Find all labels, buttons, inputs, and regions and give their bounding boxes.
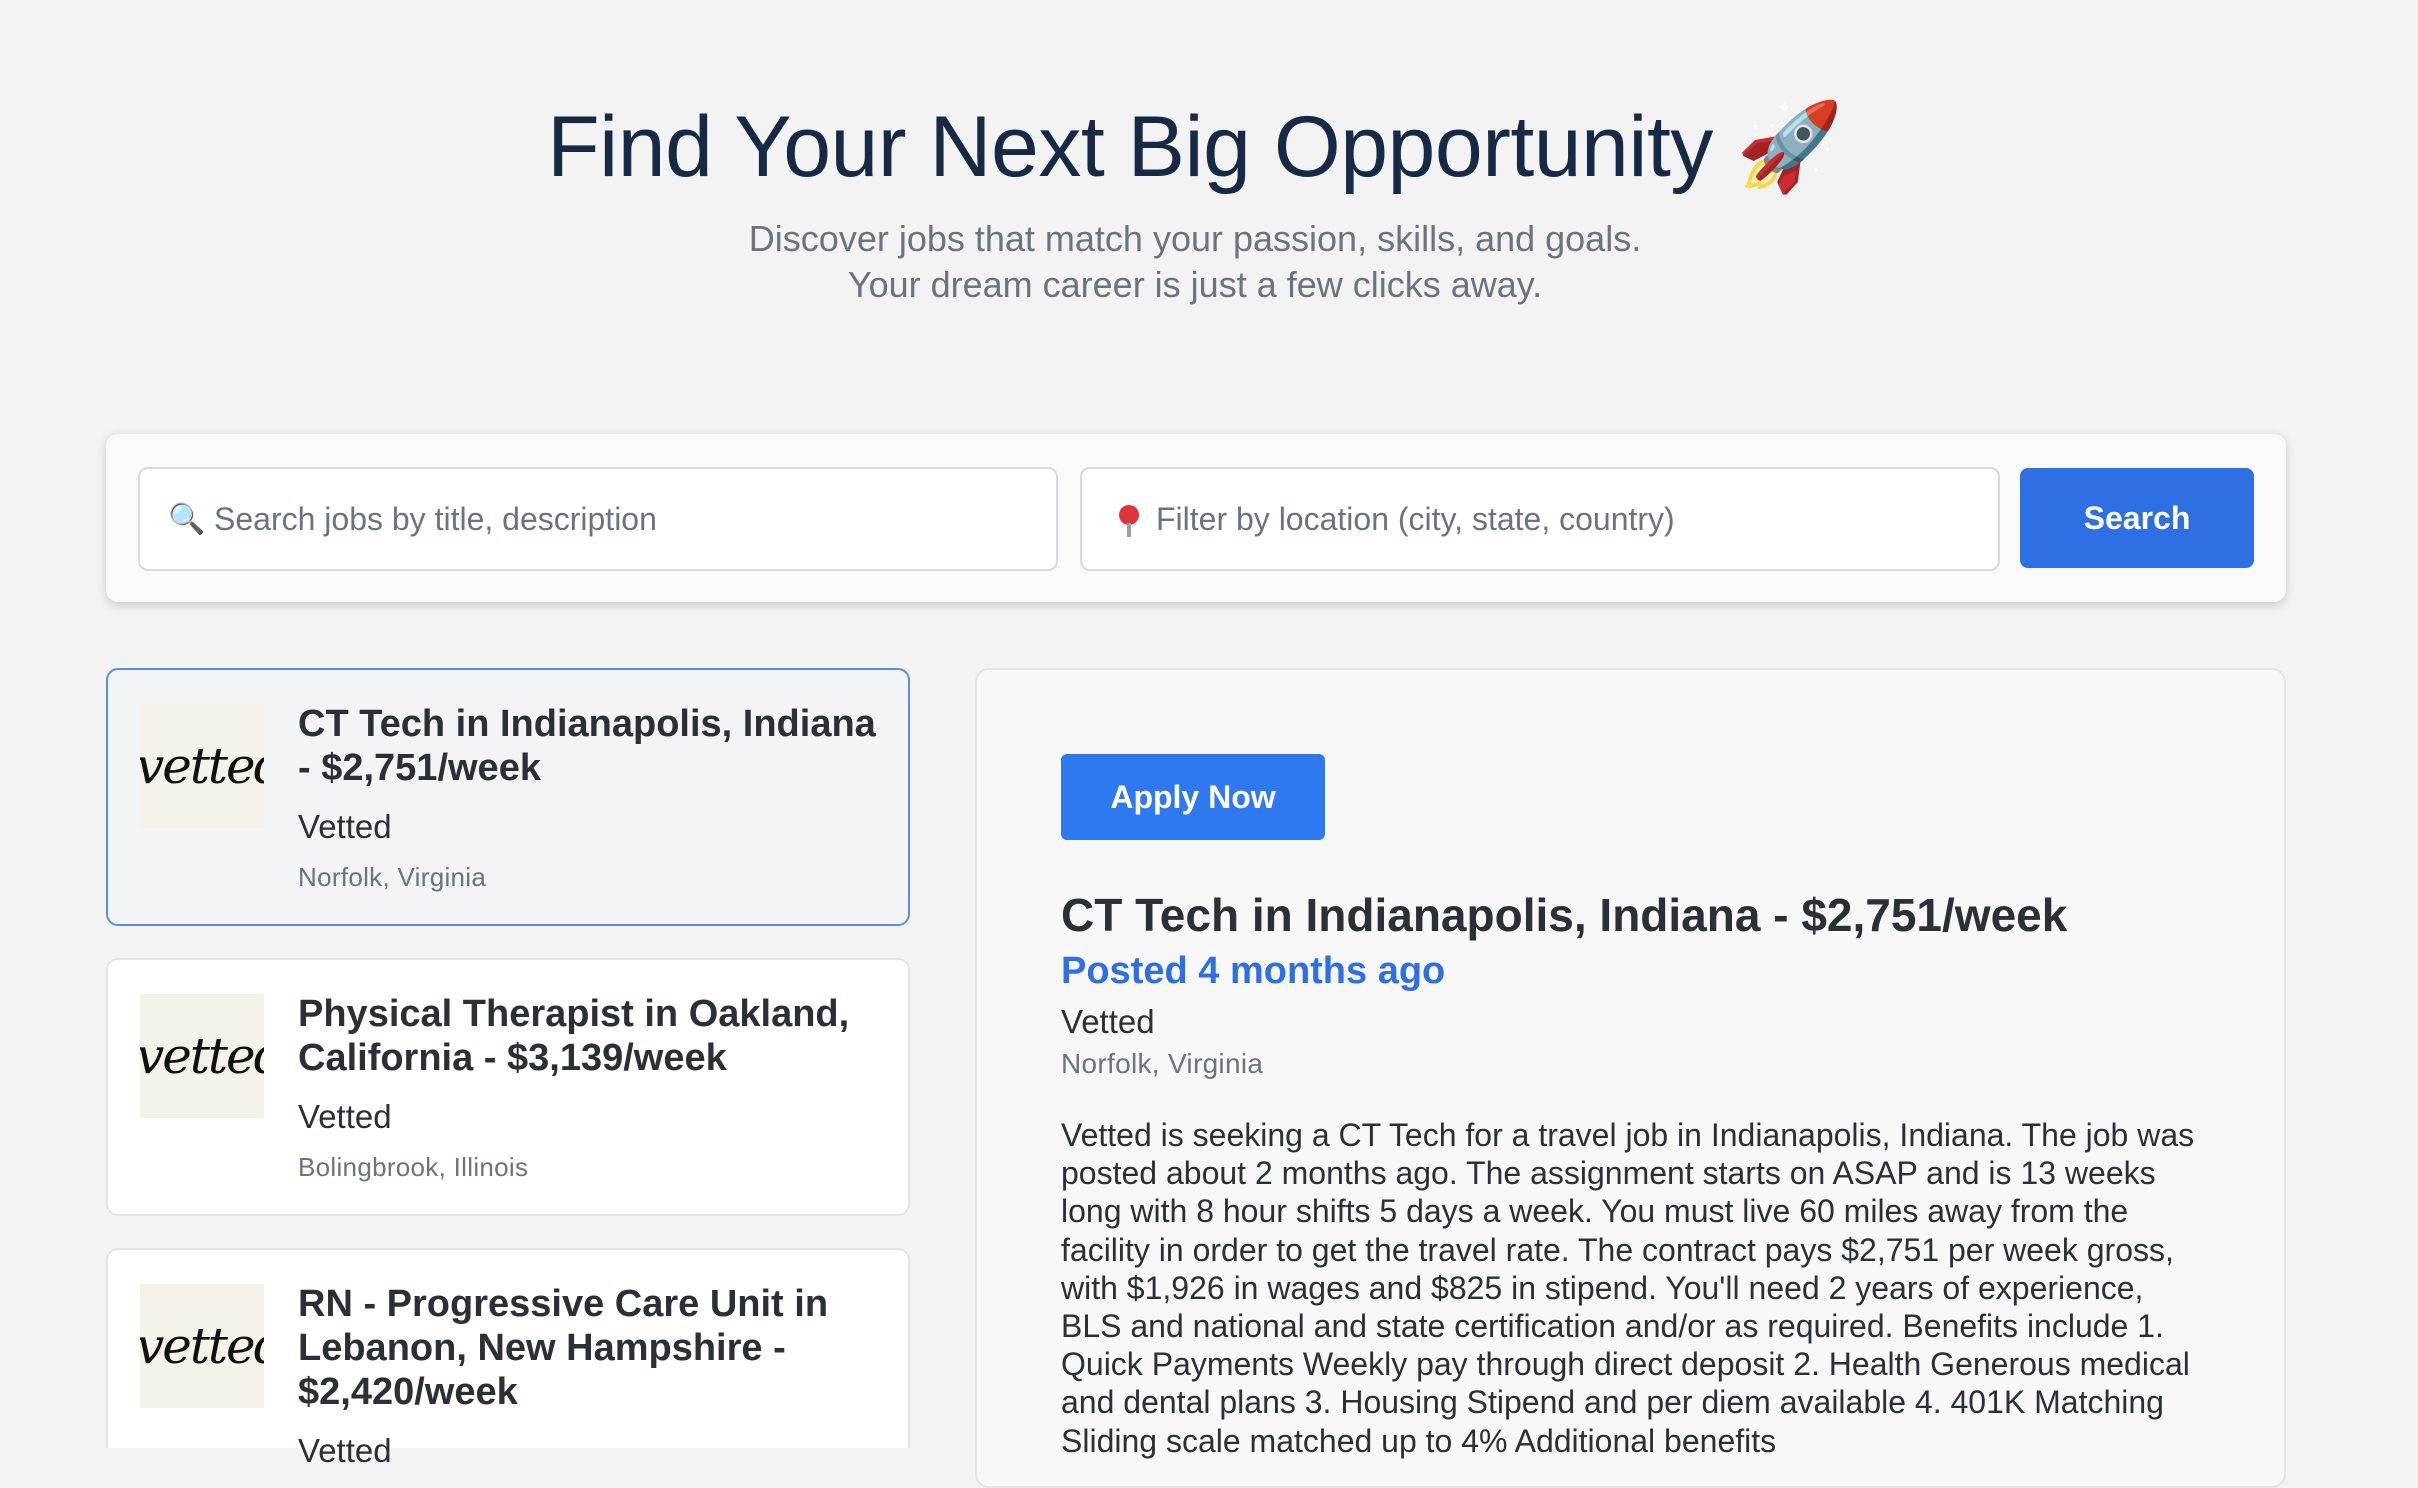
- job-company: Vetted: [298, 1432, 392, 1469]
- job-title: Physical Therapist in Oakland, Californi…: [298, 993, 850, 1079]
- apply-now-button[interactable]: Apply Now: [1061, 754, 1325, 840]
- job-card[interactable]: vetted CT Tech in Indianapolis, Indiana …: [106, 668, 910, 926]
- keyword-search-placeholder: Search jobs by title, description: [214, 500, 657, 537]
- detail-posted-date: Posted 4 months ago: [1061, 950, 1446, 992]
- detail-description: Vetted is seeking a CT Tech for a travel…: [1061, 1117, 2195, 1459]
- rocket-icon: 🚀: [1736, 99, 1843, 195]
- subtitle-line-1: Discover jobs that match your passion, s…: [748, 218, 1642, 259]
- detail-company: Vetted: [1061, 1003, 1155, 1040]
- job-company: Vetted: [298, 1098, 392, 1135]
- job-location: Bolingbrook, Illinois: [298, 1152, 529, 1182]
- search-bar: 🔍 Search jobs by title, description Filt…: [106, 434, 2286, 602]
- detail-job-title: CT Tech in Indianapolis, Indiana - $2,75…: [1061, 889, 2068, 941]
- subtitle-line-2: Your dream career is just a few clicks a…: [847, 264, 1543, 305]
- location-filter-input[interactable]: Filter by location (city, state, country…: [1080, 467, 2000, 571]
- search-button[interactable]: Search: [2020, 468, 2254, 568]
- company-logo: vetted: [140, 1284, 264, 1408]
- job-title: RN - Progressive Care Unit in Lebanon, N…: [298, 1283, 829, 1413]
- job-company: Vetted: [298, 808, 392, 845]
- location-filter-placeholder: Filter by location (city, state, country…: [1156, 500, 1675, 537]
- page-title: Find Your Next Big Opportunity 🚀: [547, 99, 1843, 195]
- pin-icon: [1112, 505, 1146, 537]
- job-card[interactable]: vetted RN - Progressive Care Unit in Leb…: [106, 1248, 910, 1469]
- search-icon: 🔍: [168, 502, 206, 536]
- detail-location: Norfolk, Virginia: [1061, 1048, 1264, 1079]
- job-card[interactable]: vetted Physical Therapist in Oakland, Ca…: [106, 958, 910, 1216]
- company-logo: vetted: [140, 994, 264, 1118]
- company-logo: vetted: [140, 704, 264, 828]
- job-detail-panel: Apply Now CT Tech in Indianapolis, India…: [975, 668, 2286, 1488]
- job-location: Norfolk, Virginia: [298, 862, 487, 892]
- job-title: CT Tech in Indianapolis, Indiana - $2,75…: [298, 703, 876, 789]
- keyword-search-input[interactable]: 🔍 Search jobs by title, description: [138, 467, 1058, 571]
